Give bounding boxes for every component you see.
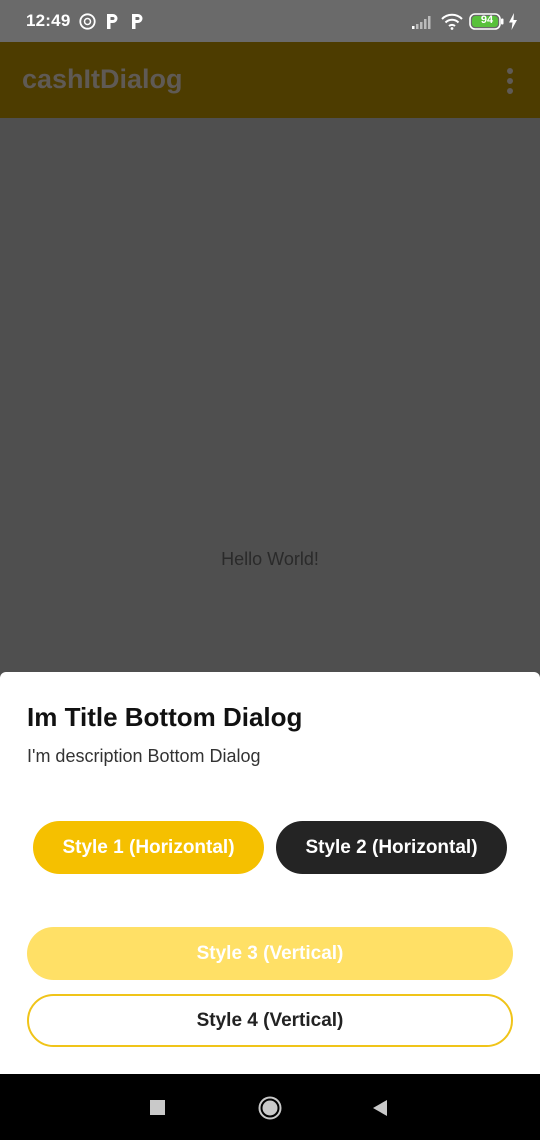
style2-horizontal-button[interactable]: Style 2 (Horizontal) <box>276 821 507 874</box>
main-content: Hello World! <box>0 118 540 672</box>
app-bar: cashItDialog <box>0 42 540 118</box>
status-time: 12:49 <box>26 11 71 30</box>
style4-vertical-button[interactable]: Style 4 (Vertical) <box>27 994 513 1047</box>
dialog-description: I'm description Bottom Dialog <box>27 746 261 766</box>
battery-level: 94 <box>480 14 494 26</box>
signal-icon <box>412 15 434 34</box>
status-bar: 12:49 94 <box>0 0 540 42</box>
p-icon <box>130 13 144 35</box>
dialog-title: Im Title Bottom Dialog <box>27 702 303 732</box>
app-title: cashItDialog <box>22 64 183 94</box>
navigation-bar <box>0 1074 540 1140</box>
style3-button-label: Style 3 (Vertical) <box>196 942 344 964</box>
kebab-menu-icon[interactable] <box>506 68 514 94</box>
p-icon <box>105 13 119 35</box>
charging-icon <box>508 13 518 35</box>
recents-square-icon[interactable] <box>150 1100 165 1115</box>
home-circle-icon[interactable] <box>258 1096 282 1120</box>
style2-button-label: Style 2 (Horizontal) <box>305 836 478 858</box>
bottom-dialog: Im Title Bottom Dialog I'm description B… <box>0 672 540 1074</box>
vpn-icon <box>79 13 96 35</box>
hello-text: Hello World! <box>221 549 319 569</box>
style1-button-label: Style 1 (Horizontal) <box>62 836 235 858</box>
style4-button-label: Style 4 (Vertical) <box>196 1009 344 1031</box>
back-triangle-icon[interactable] <box>371 1098 389 1118</box>
style1-horizontal-button[interactable]: Style 1 (Horizontal) <box>33 821 264 874</box>
style3-vertical-button[interactable]: Style 3 (Vertical) <box>27 927 513 980</box>
wifi-icon <box>441 13 463 35</box>
